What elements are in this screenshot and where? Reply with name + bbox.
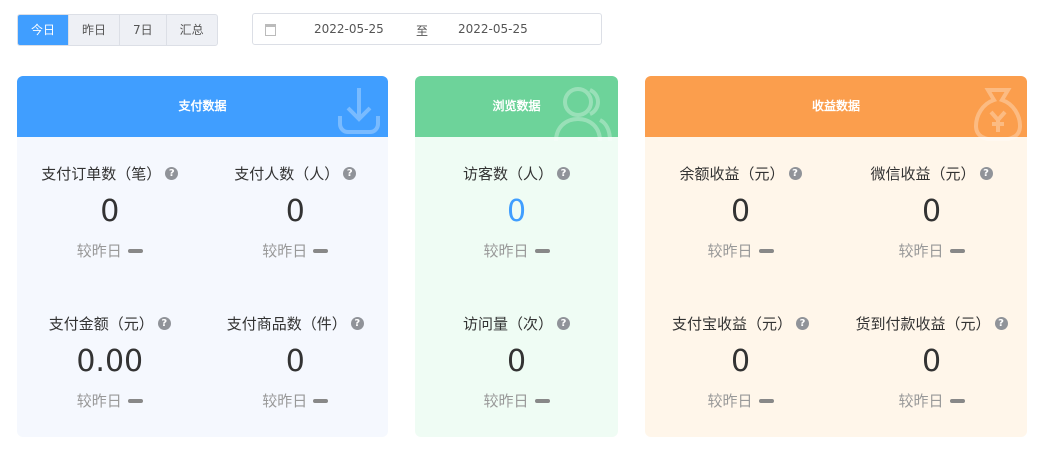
period-tabs: 今日 昨日 7日 汇总	[17, 14, 218, 46]
compare-label: 较昨日	[898, 392, 944, 410]
no-change-icon	[758, 248, 774, 253]
card-header-icon	[334, 86, 384, 163]
compare-label: 较昨日	[707, 242, 753, 260]
compare-label: 较昨日	[76, 392, 122, 410]
help-icon[interactable]: ?	[557, 317, 570, 330]
metric-label: 访问量（次）	[462, 315, 553, 333]
end-date[interactable]: 2022-05-25	[458, 22, 528, 36]
metric-value: 0	[506, 194, 527, 229]
compare-label: 较昨日	[76, 242, 122, 260]
no-change-icon	[127, 248, 143, 253]
metric-label: 支付人数（人）	[234, 165, 340, 183]
metric-label: 访客数（人）	[462, 165, 553, 183]
metric-label: 支付商品数（件）	[226, 315, 347, 333]
help-icon[interactable]: ?	[979, 167, 993, 180]
no-change-icon	[949, 398, 965, 403]
no-change-icon	[313, 398, 329, 403]
help-icon[interactable]: ?	[796, 317, 809, 330]
compare-label: 较昨日	[483, 392, 529, 410]
metric-label: 货到付款收益（元）	[855, 315, 991, 333]
help-icon[interactable]: ?	[788, 167, 802, 180]
metric: 支付金额（元）? 0.00 较昨日	[17, 287, 203, 437]
browse-data-card: 浏览数据 访客数（人）? 0 较昨日 访问量（次）? 0 较昨日	[415, 76, 618, 437]
no-change-icon	[313, 248, 329, 253]
metric-value: 0.00	[76, 344, 144, 379]
compare-label: 较昨日	[898, 242, 944, 260]
metric-label: 支付金额（元）	[48, 315, 154, 333]
no-change-icon	[534, 398, 550, 403]
tab-today[interactable]: 今日	[18, 15, 69, 45]
card-body: 支付订单数（笔）? 0 较昨日 支付人数（人）? 0 较昨日 支付金额（元）? …	[17, 137, 388, 437]
no-change-icon	[534, 248, 550, 253]
metric-label: 微信收益（元）	[870, 165, 976, 183]
metric: 访问量（次）? 0 较昨日	[415, 287, 618, 437]
date-range-picker[interactable]: 2022-05-25 至 2022-05-25	[252, 13, 602, 45]
help-icon[interactable]: ?	[157, 317, 171, 330]
card-header: 浏览数据	[415, 76, 618, 142]
card-title: 浏览数据	[492, 99, 541, 113]
tab-7days[interactable]: 7日	[119, 15, 166, 45]
card-body: 余额收益（元）? 0 较昨日 微信收益（元）? 0 较昨日 支付宝收益（元）? …	[645, 137, 1027, 437]
tab-yesterday[interactable]: 昨日	[68, 15, 119, 45]
card-header: 收益数据	[645, 76, 1027, 143]
metric: 支付订单数（笔）? 0 较昨日	[17, 137, 203, 287]
metric-value: 0	[730, 344, 751, 379]
metric-label: 支付订单数（笔）	[41, 165, 162, 183]
help-icon[interactable]: ?	[343, 167, 357, 180]
metric: 货到付款收益（元）? 0 较昨日	[836, 287, 1027, 437]
help-icon[interactable]: ?	[350, 317, 364, 330]
metric-value: 0	[285, 194, 305, 229]
metric: 支付商品数（件）? 0 较昨日	[203, 287, 389, 437]
tab-summary[interactable]: 汇总	[165, 15, 217, 45]
compare-label: 较昨日	[707, 392, 753, 410]
metric-value: 0	[100, 194, 120, 229]
help-icon[interactable]: ?	[994, 317, 1008, 330]
card-body: 访客数（人）? 0 较昨日 访问量（次）? 0 较昨日	[415, 137, 618, 437]
start-date[interactable]: 2022-05-25	[314, 22, 384, 36]
metric-value: 0	[506, 344, 527, 379]
range-separator: 至	[416, 24, 429, 38]
metric-label: 余额收益（元）	[679, 165, 785, 183]
income-data-card: 收益数据 余额收益（元）? 0 较昨日 微信收益（元）? 0 较昨日 支付宝收益…	[645, 76, 1027, 437]
no-change-icon	[127, 398, 143, 403]
card-title: 收益数据	[811, 99, 860, 113]
metric: 余额收益（元）? 0 较昨日	[645, 137, 836, 287]
metric: 支付宝收益（元）? 0 较昨日	[645, 287, 836, 437]
compare-label: 较昨日	[262, 242, 308, 260]
metric-value: 0	[730, 194, 751, 229]
metric-value: 0	[285, 344, 305, 379]
help-icon[interactable]: ?	[557, 167, 570, 180]
card-title: 支付数据	[178, 99, 227, 113]
metric-label: 支付宝收益（元）	[671, 315, 792, 333]
no-change-icon	[758, 398, 774, 403]
card-header: 支付数据	[17, 76, 388, 137]
help-icon[interactable]: ?	[165, 167, 179, 180]
metric-value: 0	[921, 344, 942, 379]
card-header-icon	[973, 86, 1023, 168]
payment-data-card: 支付数据 支付订单数（笔）? 0 较昨日 支付人数（人）? 0 较昨日 支付金额…	[17, 76, 388, 437]
card-header-icon	[552, 86, 614, 168]
compare-label: 较昨日	[483, 242, 529, 260]
compare-label: 较昨日	[262, 392, 308, 410]
metric-value: 0	[921, 194, 942, 229]
no-change-icon	[949, 248, 965, 253]
calendar-icon	[265, 24, 276, 36]
